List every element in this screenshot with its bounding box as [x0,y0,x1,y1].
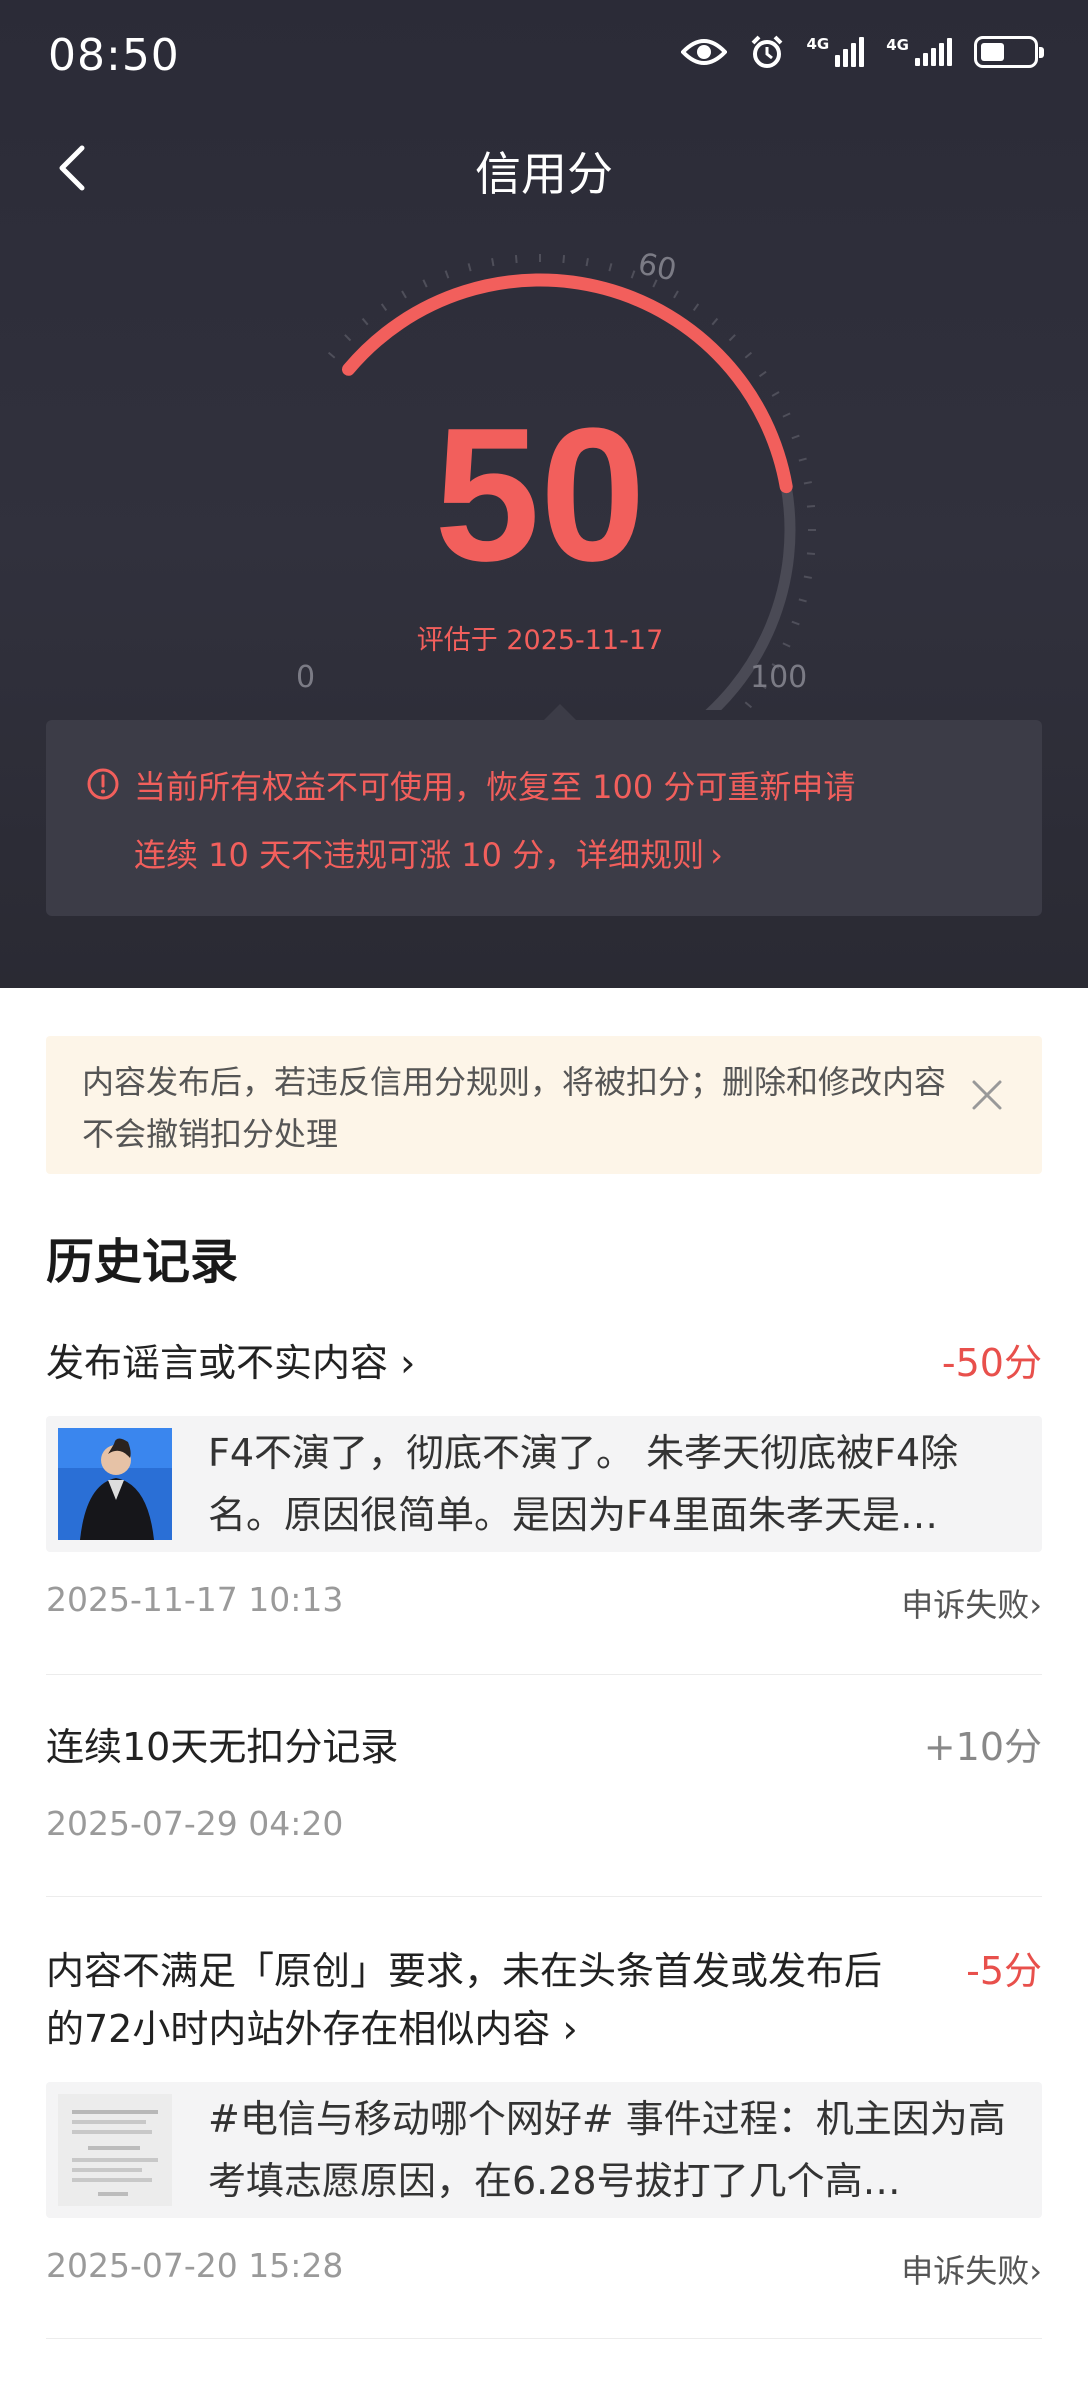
tip-text: 内容发布后，若违反信用分规则，将被扣分；删除和修改内容不会撤销扣分处理 [82,1063,947,1153]
gauge-tick [585,258,589,267]
gauge-tick [401,290,407,299]
appeal-status-link[interactable]: 申诉失败› [901,2246,1042,2292]
credit-score-gauge: 50 评估于 2025-11-17 0 60 100 [240,230,840,710]
rules-link[interactable]: 连续 10 天不违规可涨 10 分，详细规则 › [134,830,723,876]
content-thumbnail [58,1428,172,1540]
divider [46,1896,1042,1897]
appeal-status: 申诉失败 [901,1586,1030,1624]
gauge-tick [514,254,518,264]
gauge-tick [711,317,719,326]
record-title-link[interactable]: 内容不满足「原创」要求，未在头条首发或发布后的72小时内站外存在相似内容 › [46,1942,906,2058]
eye-icon [680,36,727,68]
gauge-tick [491,258,495,267]
gauge-tick [771,391,780,397]
appeal-status-link[interactable]: 申诉失败› [901,1580,1042,1626]
signal-4g-icon: 4G [886,38,952,66]
gauge-tick [422,279,428,288]
alarm-icon [749,34,785,70]
gauge-tick [380,303,388,312]
record-title: 连续10天无扣分记录 [46,1725,399,1769]
history-record: 连续10天无扣分记录 +10分 2025-07-29 04:20 [46,1718,1042,1858]
gauge-tick [327,351,336,359]
divider [46,1674,1042,1675]
gesture-bar [0,2370,1088,2400]
record-snippet: #电信与移动哪个网好# 事件过程：机主因为高考填志愿原因，在6.28号拔打了几个… [208,2097,1006,2203]
record-time: 2025-07-29 04:20 [46,1804,344,1843]
gauge-tick [344,334,352,342]
evaluation-date: 评估于 2025-11-17 [416,625,664,656]
record-content-card[interactable]: F4不演了，彻底不演了。 朱孝天彻底被F4除名。原因很简单。是因为F4里面朱孝天… [46,1416,1042,1552]
record-title-link[interactable]: 发布谣言或不实内容 › [46,1334,906,1392]
battery-icon [974,36,1044,68]
gauge-threshold-label: 60 [634,246,680,289]
record-content-card[interactable]: #电信与移动哪个网好# 事件过程：机主因为高考填志愿原因，在6.28号拔打了几个… [46,2082,1042,2218]
status-icons: 4G 4G [680,34,1044,70]
gauge-tick [673,290,679,299]
credit-score: 50 [434,389,646,601]
chevron-right-icon: › [1029,2252,1042,2290]
record-title: 发布谣言或不实内容 [46,1341,389,1385]
chevron-right-icon: › [562,2007,578,2051]
gauge-tick [630,270,636,279]
nav-bar: 信用分 [0,120,1088,220]
record-title: 内容不满足「原创」要求，未在头条首发或发布后的72小时内站外存在相似内容 [46,1949,883,2051]
gauge-tick [608,263,613,272]
gauge-tick [467,263,472,272]
restriction-text: 当前所有权益不可使用，恢复至 100 分可重新申请 [134,768,856,806]
history-title: 历史记录 [46,1234,239,1290]
record-time: 2025-07-20 15:28 [46,2246,344,2285]
appeal-status: 申诉失败 [901,2252,1030,2290]
gauge-tick [758,370,767,378]
record-score: -50分 [941,1341,1042,1385]
close-icon[interactable] [970,1078,1004,1112]
record-time: 2025-11-17 10:13 [46,1580,344,1619]
gauge-tick [798,598,807,603]
warning-icon [87,768,119,800]
status-time: 08:50 [48,30,180,81]
page-title: 信用分 [475,147,613,201]
record-snippet: F4不演了，彻底不演了。 朱孝天彻底被F4除名。原因很简单。是因为F4里面朱孝天… [208,1431,959,1537]
gauge-tick [744,701,753,709]
record-score: +10分 [923,1725,1042,1769]
gauge-tick [562,254,566,264]
rules-link-label: 连续 10 天不违规可涨 10 分，详细规则 [134,836,705,874]
header-area: 08:50 4G 4G 信用分 50 评估于 2025-11-17 0 60 1… [0,0,1088,988]
gauge-max-label: 100 [750,660,808,695]
history-record: 发布谣言或不实内容 › -50分 F4不演了，彻底不演了。 朱孝天彻底被F4除名… [46,1334,1042,1634]
gauge-tick [444,270,450,279]
gauge-tick [728,334,736,342]
record-score: -5分 [966,1949,1042,1993]
signal-4g-icon: 4G [807,37,865,67]
content-thumbnail [58,2094,172,2206]
gauge-tick [744,351,753,359]
status-bar: 08:50 4G 4G [0,0,1088,110]
divider [46,2338,1042,2339]
chevron-right-icon: › [710,836,723,874]
chevron-right-icon: › [400,1341,416,1385]
gauge-tick [361,317,369,326]
gauge-min-label: 0 [296,660,316,695]
restriction-notice: 当前所有权益不可使用，恢复至 100 分可重新申请 连续 10 天不违规可涨 1… [46,704,1042,916]
history-record: 内容不满足「原创」要求，未在头条首发或发布后的72小时内站外存在相似内容 › -… [46,1942,1042,2290]
gauge-tick [692,303,700,312]
tip-banner: 内容发布后，若违反信用分规则，将被扣分；删除和修改内容不会撤销扣分处理 [46,1036,1042,1174]
chevron-right-icon: › [1029,1586,1042,1624]
